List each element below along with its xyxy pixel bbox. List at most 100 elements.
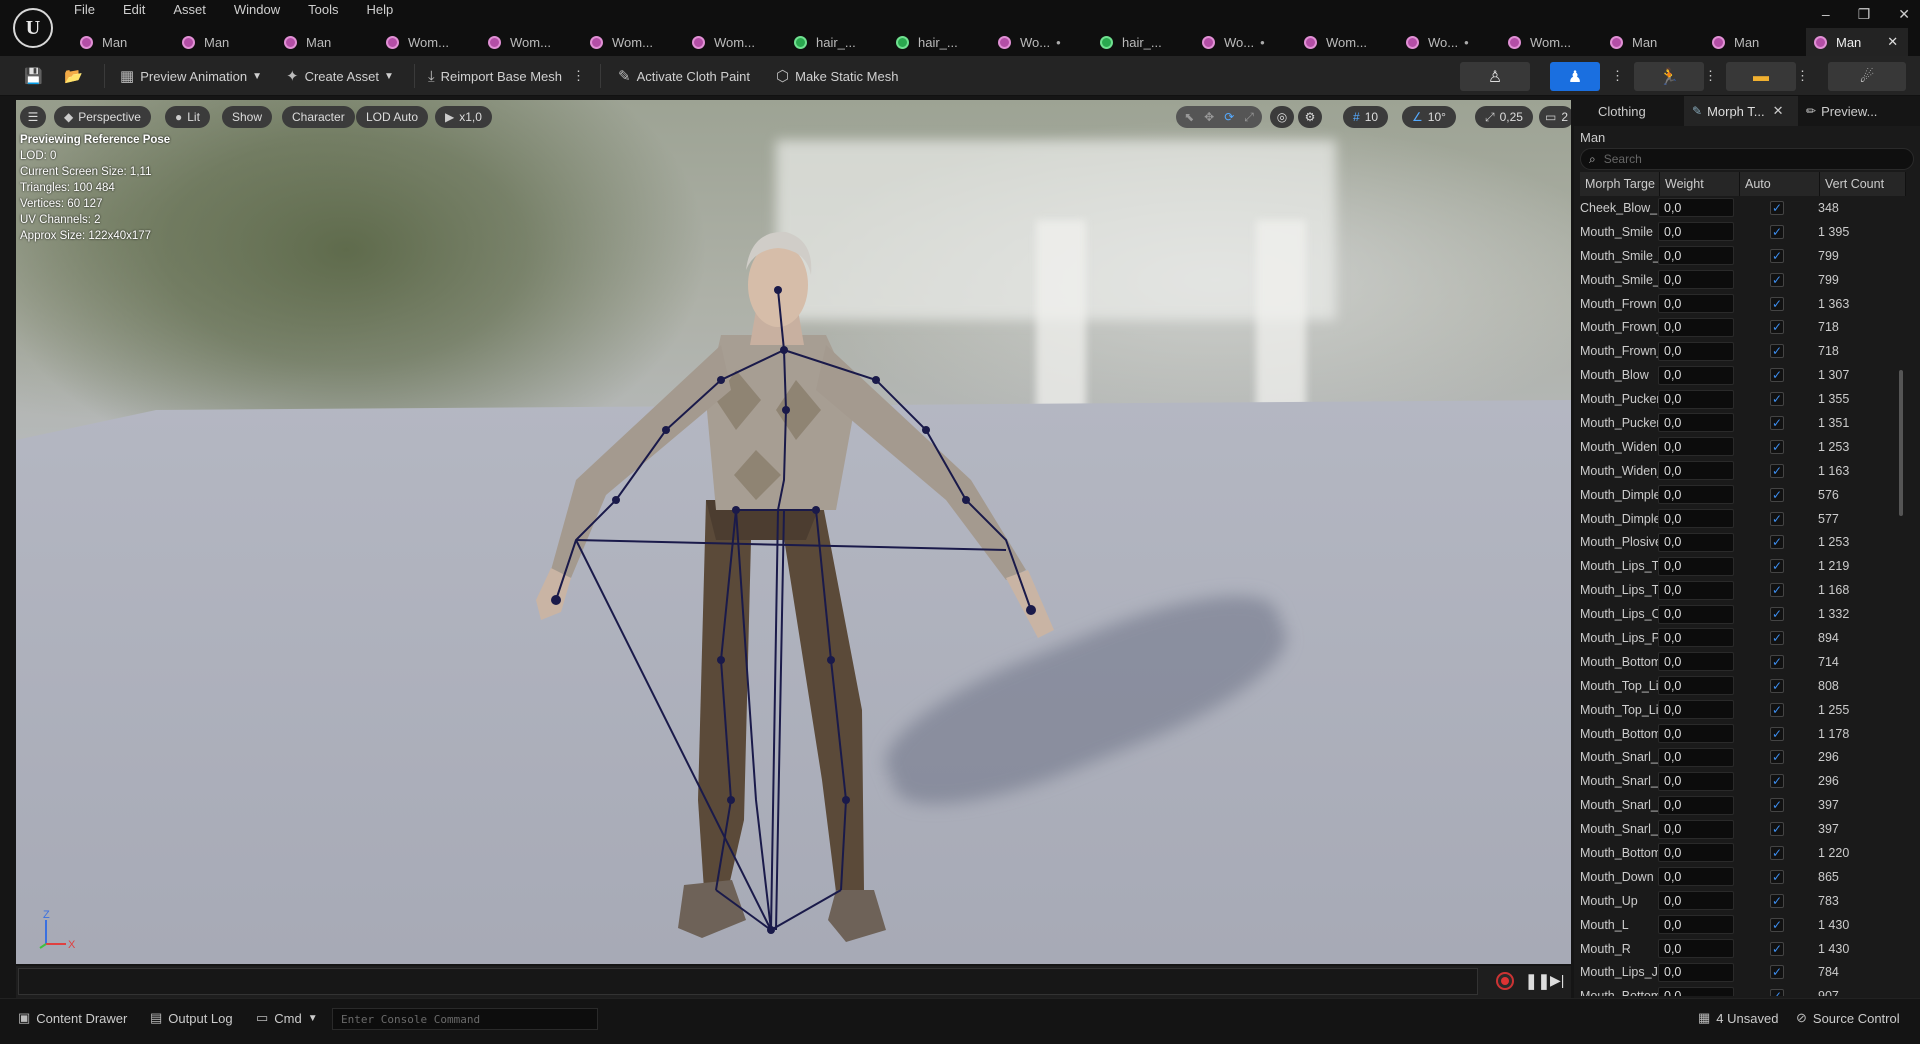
more-options-icon[interactable]: ⋮	[1704, 56, 1717, 96]
morph-target-row[interactable]: Mouth_Smile 0,0 ✓ 1 395	[1578, 220, 1908, 244]
asset-tab[interactable]: Man	[1602, 28, 1704, 56]
auto-checkbox[interactable]: ✓	[1770, 296, 1784, 311]
auto-checkbox[interactable]: ✓	[1770, 678, 1784, 693]
morph-target-row[interactable]: Mouth_Pucker_Open0,0 ✓ 1 351	[1578, 411, 1908, 435]
weight-input[interactable]: 0,0	[1658, 915, 1734, 935]
rotate-icon[interactable]: ⟳	[1224, 110, 1234, 124]
weight-input[interactable]: 0,0	[1658, 461, 1734, 481]
auto-checkbox[interactable]: ✓	[1770, 750, 1784, 765]
asset-tab[interactable]: Wom...	[378, 28, 480, 56]
morph-target-row[interactable]: Mouth_Snarl_Lower_L0,0 ✓ 397	[1578, 793, 1908, 817]
morph-target-row[interactable]: Mouth_Lips_Part0,0 ✓ 894	[1578, 626, 1908, 650]
close-tab-icon[interactable]: ✕	[1887, 34, 1898, 50]
surface-snap-icon[interactable]: ⚙	[1298, 106, 1322, 128]
transform-tools[interactable]: ⬉ ✥ ⟳ ⤢	[1176, 106, 1262, 128]
morph-target-row[interactable]: Mouth_Lips_Tight0,0 ✓ 1 219	[1578, 554, 1908, 578]
weight-input[interactable]: 0,0	[1658, 317, 1734, 337]
camera-speed-button[interactable]: ▭ 2	[1539, 106, 1571, 128]
morph-target-row[interactable]: Cheek_Blow_R 0,0 ✓ 348	[1578, 196, 1908, 220]
auto-checkbox[interactable]: ✓	[1770, 774, 1784, 789]
physics-mode-button[interactable]: ☄	[1828, 62, 1906, 91]
blueprint-mode-button[interactable]: ▬	[1726, 62, 1796, 91]
morph-target-row[interactable]: Mouth_Lips_Jaw_Adjust0,0 ✓ 784	[1578, 961, 1908, 985]
auto-checkbox[interactable]: ✓	[1770, 845, 1784, 860]
asset-tab[interactable]: hair_...	[786, 28, 888, 56]
column-vert-count[interactable]: Vert Count	[1820, 172, 1906, 196]
select-icon[interactable]: ⬉	[1184, 110, 1194, 124]
column-morph-target[interactable]: Morph Targe	[1580, 172, 1660, 196]
rotation-snap-button[interactable]: ∠ 10°	[1402, 106, 1456, 128]
minimize-icon[interactable]: –	[1822, 6, 1830, 23]
asset-tab[interactable]: Wom...	[1500, 28, 1602, 56]
morph-target-row[interactable]: Mouth_Up 0,0 ✓ 783	[1578, 889, 1908, 913]
morph-target-row[interactable]: Mouth_Frown 0,0 ✓ 1 363	[1578, 292, 1908, 316]
asset-tab[interactable]: Man	[174, 28, 276, 56]
weight-input[interactable]: 0,0	[1658, 724, 1734, 744]
auto-checkbox[interactable]: ✓	[1770, 893, 1784, 908]
asset-tab[interactable]: Man	[276, 28, 378, 56]
weight-input[interactable]: 0,0	[1658, 819, 1734, 839]
column-weight[interactable]: Weight	[1660, 172, 1740, 196]
asset-tab[interactable]: hair_...	[888, 28, 990, 56]
output-log-button[interactable]: ▤ Output Log	[150, 1005, 233, 1031]
asset-tab[interactable]: Man	[72, 28, 174, 56]
weight-input[interactable]: 0,0	[1658, 628, 1734, 648]
cmd-button[interactable]: ▭ Cmd ▼	[256, 1005, 318, 1031]
weight-input[interactable]: 0,0	[1658, 843, 1734, 863]
auto-checkbox[interactable]: ✓	[1770, 439, 1784, 454]
tab-clothing[interactable]: Clothing	[1574, 96, 1684, 126]
weight-input[interactable]: 0,0	[1658, 604, 1734, 624]
browse-icon[interactable]: 📂	[64, 56, 89, 96]
morph-target-row[interactable]: Mouth_Bottom_Lip_Under0,0 ✓ 1 178	[1578, 722, 1908, 746]
morph-target-row[interactable]: Mouth_Top_Lip_Under0,0 ✓ 1 255	[1578, 698, 1908, 722]
asset-tab[interactable]: Wom...	[582, 28, 684, 56]
grid-snap-button[interactable]: #10	[1343, 106, 1389, 128]
auto-checkbox[interactable]: ✓	[1770, 415, 1784, 430]
menu-tools[interactable]: Tools	[308, 2, 338, 20]
weight-input[interactable]: 0,0	[1658, 413, 1734, 433]
morph-target-row[interactable]: Mouth_Snarl_Lower_R0,0 ✓ 397	[1578, 817, 1908, 841]
auto-checkbox[interactable]: ✓	[1770, 344, 1784, 359]
auto-checkbox[interactable]: ✓	[1770, 822, 1784, 837]
auto-checkbox[interactable]: ✓	[1770, 798, 1784, 813]
morph-target-row[interactable]: Mouth_Snarl_Upper_L0,0 ✓ 296	[1578, 745, 1908, 769]
weight-input[interactable]: 0,0	[1658, 294, 1734, 313]
auto-checkbox[interactable]: ✓	[1770, 248, 1784, 263]
panel-scrollbar[interactable]	[1899, 370, 1903, 516]
auto-checkbox[interactable]: ✓	[1770, 702, 1784, 717]
scale-icon[interactable]: ⤢	[1244, 110, 1254, 125]
weight-input[interactable]: 0,0	[1658, 509, 1734, 529]
weight-input[interactable]: 0,0	[1658, 389, 1734, 409]
more-options-icon[interactable]: ⋮	[1796, 56, 1809, 96]
more-options-icon[interactable]: ⋮	[572, 68, 585, 84]
morph-target-row[interactable]: Mouth_Bottom_Lip_Down0,0 ✓ 714	[1578, 650, 1908, 674]
menu-window[interactable]: Window	[234, 2, 280, 20]
weight-input[interactable]: 0,0	[1658, 270, 1734, 290]
search-input[interactable]: ⌕ Search	[1580, 148, 1914, 170]
make-static-mesh-button[interactable]: ⬡ Make Static Mesh	[776, 56, 898, 96]
morph-target-row[interactable]: Mouth_Pucker 0,0 ✓ 1 355	[1578, 387, 1908, 411]
auto-checkbox[interactable]: ✓	[1770, 463, 1784, 478]
auto-checkbox[interactable]: ✓	[1770, 965, 1784, 980]
asset-tab[interactable]: Wom...	[480, 28, 582, 56]
asset-tab[interactable]: Wom...	[684, 28, 786, 56]
asset-tab[interactable]: Wo... •	[990, 28, 1092, 56]
auto-checkbox[interactable]: ✓	[1770, 224, 1784, 239]
morph-target-row[interactable]: Mouth_Top_Lip_Up0,0 ✓ 808	[1578, 674, 1908, 698]
weight-input[interactable]: 0,0	[1658, 222, 1734, 242]
auto-checkbox[interactable]: ✓	[1770, 941, 1784, 956]
menu-edit[interactable]: Edit	[123, 2, 145, 20]
auto-checkbox[interactable]: ✓	[1770, 726, 1784, 741]
activate-cloth-paint-button[interactable]: ✎ Activate Cloth Paint	[618, 56, 750, 96]
weight-input[interactable]: 0,0	[1658, 747, 1734, 767]
weight-input[interactable]: 0,0	[1658, 485, 1734, 505]
weight-input[interactable]: 0,0	[1658, 986, 1734, 996]
auto-checkbox[interactable]: ✓	[1770, 511, 1784, 526]
character-mesh[interactable]	[16, 100, 1571, 964]
console-input[interactable]: Enter Console Command	[332, 1008, 598, 1030]
morph-target-row[interactable]: Mouth_Bottom_Lip_Trans0,0 ✓ 907	[1578, 984, 1908, 996]
animation-mode-button[interactable]: 🏃	[1634, 62, 1704, 91]
content-drawer-button[interactable]: ▣ Content Drawer	[18, 1005, 127, 1031]
morph-target-row[interactable]: Mouth_Dimple_L0,0 ✓ 576	[1578, 483, 1908, 507]
asset-tab[interactable]: Wo... •	[1398, 28, 1500, 56]
